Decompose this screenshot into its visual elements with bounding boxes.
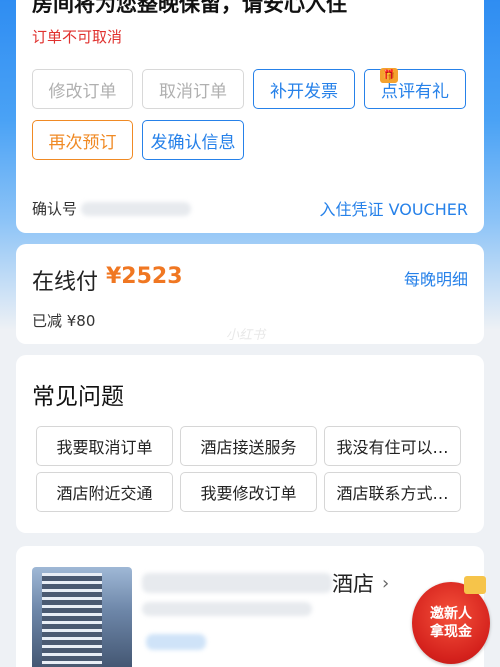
hotel-card[interactable]: 酒店 › (16, 546, 484, 667)
nightly-breakdown-link[interactable]: 每晚明细 (404, 266, 468, 290)
payment-card: 在线付 ¥2523 每晚明细 已减 ¥80 小红书 (16, 244, 484, 344)
faq-item[interactable]: 酒店联系方式… (324, 472, 461, 512)
rebook-button[interactable]: 再次预订 (32, 120, 133, 160)
cancel-order-button[interactable]: 取消订单 (142, 69, 244, 109)
faq-item[interactable]: 我没有住可以… (324, 426, 461, 466)
watermark: 小红书 (226, 328, 266, 343)
send-confirmation-button[interactable]: 发确认信息 (142, 120, 244, 160)
promo-line1: 邀新人 (430, 606, 472, 622)
faq-item[interactable]: 我要修改订单 (180, 472, 317, 512)
faq-item[interactable]: 酒店附近交通 (36, 472, 173, 512)
coin-icon (464, 576, 486, 594)
gift-icon: 🎁 (380, 68, 398, 83)
modify-order-button[interactable]: 修改订单 (32, 69, 133, 109)
chevron-right-icon: › (382, 572, 390, 594)
faq-title: 常见问题 (32, 384, 124, 410)
faq-card: 常见问题 我要取消订单 酒店接送服务 我没有住可以… 酒店附近交通 我要修改订单… (16, 355, 484, 533)
payment-method-label: 在线付 (32, 270, 99, 295)
hotel-name-suffix: 酒店 (332, 572, 374, 596)
faq-item[interactable]: 酒店接送服务 (180, 426, 317, 466)
hotel-name-redacted (142, 573, 332, 593)
hotel-photo (32, 567, 132, 667)
order-headline: 房间将为您整晚保留，请安心入住 (32, 0, 347, 16)
hotel-subtitle-redacted (142, 602, 312, 616)
faq-item[interactable]: 我要取消订单 (36, 426, 173, 466)
hotel-tag-redacted (146, 634, 206, 650)
hotel-name[interactable]: 酒店 › (142, 568, 389, 598)
invite-cash-promo-badge[interactable]: 邀新人 拿现金 (412, 576, 490, 664)
order-status-card: 房间将为您整晚保留，请安心入住 订单不可取消 修改订单 取消订单 补开发票 点评… (16, 0, 484, 233)
confirmation-number-row: 确认号 (32, 198, 192, 219)
confirmation-number-redacted (81, 201, 192, 216)
voucher-link[interactable]: 入住凭证 VOUCHER (320, 196, 469, 220)
promo-line2: 拿现金 (430, 624, 472, 640)
discount-amount: 已减 ¥80 (32, 312, 96, 330)
reissue-invoice-button[interactable]: 补开发票 (253, 69, 355, 109)
payment-amount: ¥2523 (106, 264, 183, 289)
cancel-notice: 订单不可取消 (32, 28, 123, 46)
confirmation-label: 确认号 (32, 200, 78, 218)
